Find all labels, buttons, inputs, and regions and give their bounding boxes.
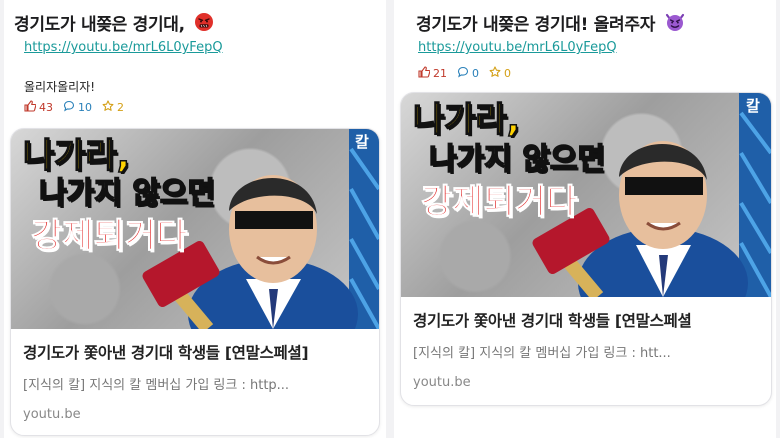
post-body: 올리자올리자! [24, 80, 96, 94]
post-stats: 43 10 2 [24, 100, 124, 115]
post-title: 경기도가 내쫒은 경기대! 올려주자 [416, 10, 685, 37]
favorite-count-value: 0 [504, 67, 511, 80]
thumbnail-text-2: 나가지 않으면 [38, 176, 216, 211]
devil-face-icon [665, 12, 685, 37]
channel-mark: 칼 [746, 97, 760, 115]
thumbnail-text-3: 강제퇴거다 [420, 182, 578, 222]
thumbs-up-icon [418, 66, 431, 81]
card-description: [지식의 칼] 지식의 칼 멤버십 가입 링크 : htt... [413, 346, 671, 361]
star-icon [102, 100, 114, 115]
thumbnail-text-1: 나가라, [412, 100, 520, 140]
like-count-value: 21 [433, 67, 447, 80]
post-title-text: 경기도가 내쫒은 경기대, [14, 15, 185, 35]
post-stats: 21 0 0 [418, 66, 511, 81]
star-icon [489, 66, 501, 81]
comment-count-value: 10 [78, 101, 92, 114]
link-preview-card[interactable]: 나가라, 나가지 않으면 강제퇴거다 칼 경기도가 쫓아낸 경기대 학생들 [연… [400, 92, 772, 406]
video-link[interactable]: https://youtu.be/mrL6L0yFepQ [418, 40, 617, 55]
favorite-count-value: 2 [117, 101, 124, 114]
comment-bubble-icon [63, 100, 75, 115]
like-count[interactable]: 21 [418, 66, 447, 81]
comment-bubble-icon [457, 66, 469, 81]
card-description: [지식의 칼] 지식의 칼 멤버십 가입 링크 : http... [23, 378, 290, 393]
card-domain: youtu.be [23, 407, 81, 422]
angry-face-icon [194, 12, 214, 37]
thumbnail-text-1: 나가라, [22, 136, 130, 176]
like-count[interactable]: 43 [24, 100, 53, 115]
favorite-count[interactable]: 0 [489, 66, 511, 81]
thumbnail-text-3: 강제퇴거다 [30, 216, 188, 256]
comment-count-value: 0 [472, 67, 479, 80]
video-thumbnail[interactable]: 나가라, 나가지 않으면 강제퇴거다 칼 [11, 129, 379, 329]
video-thumbnail[interactable]: 나가라, 나가지 않으면 강제퇴거다 칼 [401, 93, 771, 297]
channel-mark: 칼 [355, 133, 369, 151]
post-title: 경기도가 내쫒은 경기대, [14, 10, 214, 37]
post-title-text: 경기도가 내쫒은 경기대! 올려주자 [416, 15, 656, 35]
favorite-count[interactable]: 2 [102, 100, 124, 115]
link-preview-card[interactable]: 나가라, 나가지 않으면 강제퇴거다 칼 경기도가 쫓아낸 경기대 학생들 [연… [10, 128, 380, 436]
thumbnail-text-2: 나가지 않으면 [428, 142, 606, 177]
like-count-value: 43 [39, 101, 53, 114]
thumbs-up-icon [24, 100, 37, 115]
post-left: 경기도가 내쫒은 경기대, https://youtu.be/mrL6L0yFe… [4, 0, 386, 438]
post-right: 경기도가 내쫒은 경기대! 올려주자 https://youtu.be/mrL6… [394, 0, 776, 438]
card-domain: youtu.be [413, 375, 471, 390]
comment-count[interactable]: 0 [457, 66, 479, 81]
comment-count[interactable]: 10 [63, 100, 92, 115]
card-title[interactable]: 경기도가 쫓아낸 경기대 학생들 [연말스페셜 [413, 309, 692, 331]
card-title[interactable]: 경기도가 쫓아낸 경기대 학생들 [연말스페셜] [23, 341, 309, 363]
video-link[interactable]: https://youtu.be/mrL6L0yFepQ [24, 40, 223, 55]
